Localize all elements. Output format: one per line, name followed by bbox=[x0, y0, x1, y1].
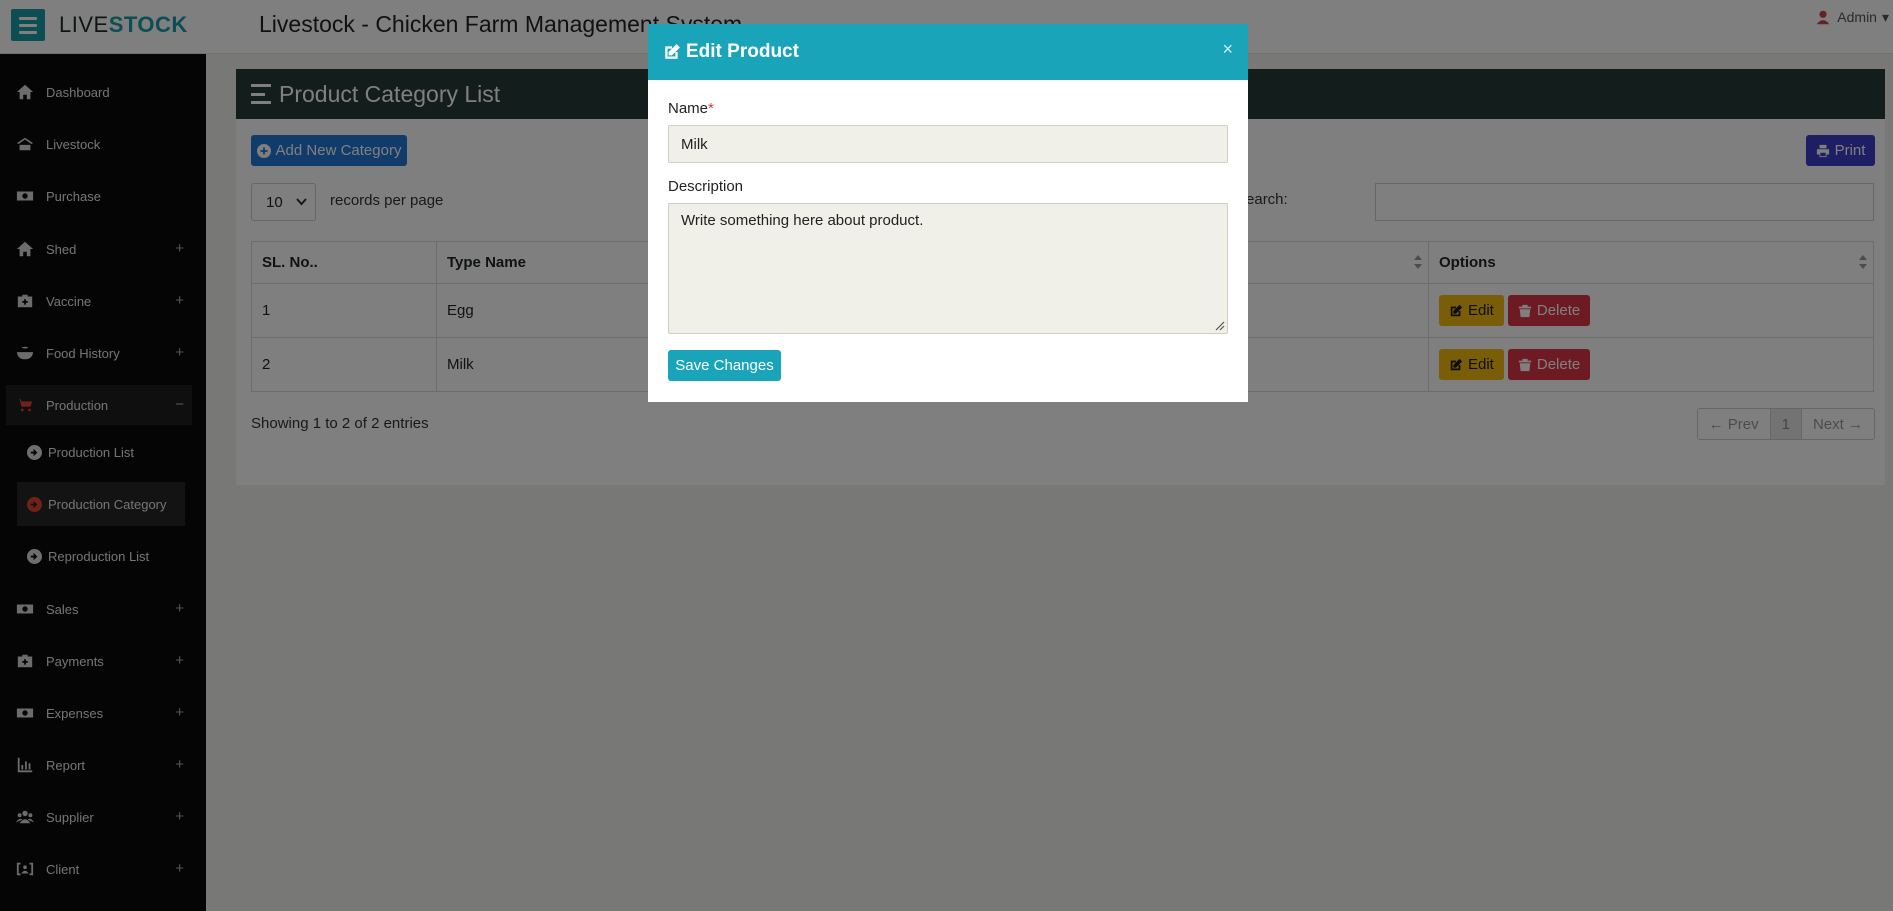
required-mark: * bbox=[708, 100, 714, 117]
modal-header: Edit Product × bbox=[648, 24, 1248, 80]
save-changes-button[interactable]: Save Changes bbox=[668, 350, 781, 381]
modal-title: Edit Product bbox=[686, 41, 799, 62]
description-textarea[interactable]: Write something here about product. bbox=[668, 203, 1228, 334]
edit-product-modal: Edit Product × Name* Milk Description Wr… bbox=[648, 24, 1248, 402]
name-label: Name* bbox=[668, 100, 714, 117]
edit-icon bbox=[665, 44, 680, 59]
name-label-text: Name bbox=[668, 100, 709, 117]
close-icon[interactable]: × bbox=[1222, 39, 1233, 60]
resize-handle-icon[interactable] bbox=[1213, 319, 1225, 331]
description-label: Description bbox=[668, 178, 744, 195]
name-input[interactable]: Milk bbox=[668, 125, 1228, 163]
description-text: Write something here about product. bbox=[681, 212, 924, 229]
